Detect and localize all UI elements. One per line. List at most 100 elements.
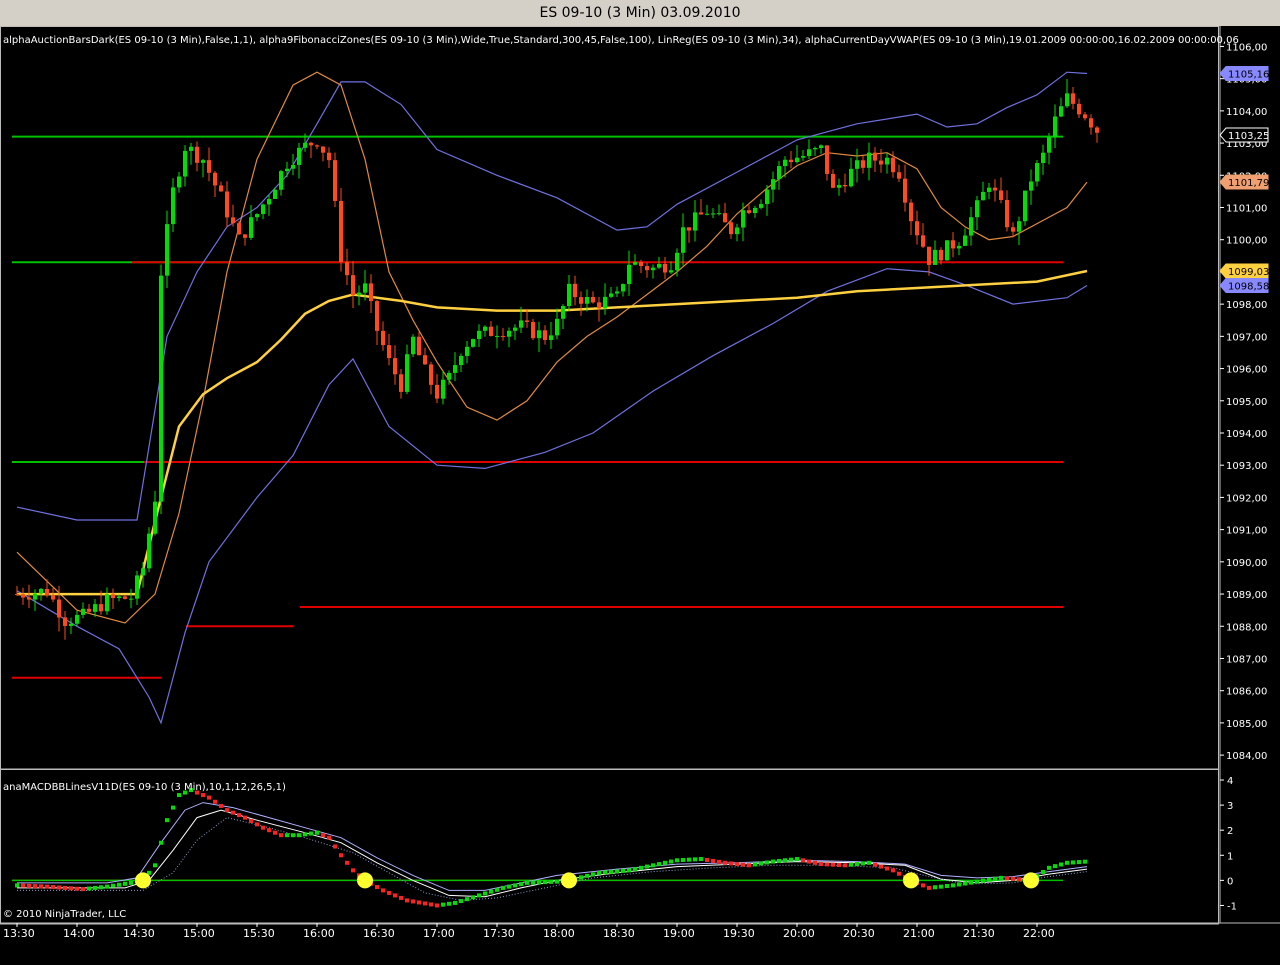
candle-body (855, 160, 859, 169)
macd-dot (969, 880, 973, 885)
macd-dot (885, 866, 889, 871)
lower_bb-line (17, 817, 1088, 901)
macd-dot (381, 888, 385, 893)
candle-body (105, 594, 109, 612)
macd-dot (255, 822, 259, 827)
candle-body (1071, 93, 1075, 104)
macd-dot (129, 880, 133, 885)
candle-body (375, 301, 379, 331)
macd-dot (537, 880, 541, 885)
candle-body (825, 145, 829, 174)
candle-body (141, 568, 145, 576)
macd-tick-label: 3 (1227, 801, 1233, 812)
macd-dot (339, 853, 343, 858)
candle-body (927, 246, 931, 265)
candle-body (1083, 114, 1087, 119)
macd-tick-label: 2 (1227, 826, 1233, 837)
macd-tick-label: 1 (1227, 851, 1233, 862)
candle-body (387, 345, 391, 359)
fibonacci-zones (12, 135, 1063, 679)
macd-dot (765, 860, 769, 865)
candle-body (885, 157, 889, 165)
macd-dot (531, 880, 535, 885)
candle-body (939, 249, 943, 261)
macd-dot (759, 861, 763, 866)
time-tick-label: 18:30 (603, 927, 635, 940)
macd-dot (639, 865, 643, 870)
candle-body (879, 160, 883, 165)
macd-crossing-marker (561, 872, 577, 889)
time-tick-label: 21:00 (903, 927, 935, 940)
candle-body (327, 152, 331, 161)
macd-dot (87, 886, 91, 891)
candle-body (921, 235, 925, 247)
vwap-line (17, 269, 1088, 596)
copyright-label: © 2010 NinjaTrader, LLC (3, 909, 126, 920)
time-tick-label: 21:30 (963, 927, 995, 940)
price-axis: 1084,00 1085,00 1086,00 1087,00 1088,00 1089,… (1220, 42, 1267, 912)
candle-body (1095, 127, 1099, 133)
time-tick-label: 15:00 (183, 927, 215, 940)
macd-dot (699, 857, 703, 862)
macd-dot (807, 859, 811, 864)
macd-dot (873, 862, 877, 867)
macd-dot (783, 858, 787, 863)
macd-dot (177, 793, 181, 798)
macd-dot (459, 899, 463, 904)
macd-dot (81, 887, 85, 892)
candle-body (87, 608, 91, 612)
price-tick-label: 1098,00 (1226, 300, 1267, 311)
candle-body (459, 355, 463, 366)
candle-body (903, 178, 907, 203)
macd-dot (723, 860, 727, 865)
candle-body (693, 212, 697, 231)
macd-dot (621, 868, 625, 873)
macd-dot (585, 873, 589, 878)
macd-dot (33, 884, 37, 889)
macd-dot (543, 880, 547, 885)
candle-body (897, 172, 901, 179)
time-tick-label: 16:30 (363, 927, 395, 940)
candle-body (483, 326, 487, 331)
candle-body (393, 358, 397, 375)
macd-dot (753, 862, 757, 867)
candle-body (717, 213, 721, 215)
candle-body (699, 212, 703, 215)
macd-dot (927, 885, 931, 890)
macd-dot (657, 862, 661, 867)
macd-dot (201, 793, 205, 798)
candle-body (1041, 152, 1045, 164)
chart-svg[interactable]: 1084,00 1085,00 1086,00 1087,00 1088,00 1089,… (0, 26, 1280, 965)
time-tick-label: 15:30 (243, 927, 275, 940)
macd-dot (801, 858, 805, 863)
chart-area[interactable]: 1084,00 1085,00 1086,00 1087,00 1088,00 1089,… (0, 26, 1280, 965)
macd-crossing-marker (1023, 872, 1039, 889)
macd-dot (651, 863, 655, 868)
macd-dot (633, 867, 637, 872)
macd-dot (1071, 860, 1075, 865)
price-markers: 1105,16 1103,25 1101,79 1099,03 1098,58 (1219, 66, 1269, 293)
price-tick-label: 1087,00 (1226, 654, 1267, 665)
macd-dot (99, 885, 103, 890)
macd-dot (933, 885, 937, 890)
candle-body (477, 330, 481, 340)
macd-dot (117, 882, 121, 887)
candle-body (57, 599, 61, 618)
candle-body (543, 330, 547, 340)
candle-body (303, 142, 307, 148)
candle-body (213, 172, 217, 186)
candle-body (813, 147, 817, 150)
macd-dot (813, 860, 817, 865)
candle-body (1065, 93, 1069, 107)
macd-dot (93, 885, 97, 890)
candle-body (63, 617, 67, 626)
candle-body (513, 327, 517, 331)
candle-body (765, 189, 769, 205)
macd-dot (105, 884, 109, 889)
macd-dot (711, 858, 715, 863)
macd-dot (549, 879, 553, 884)
macd-dot (219, 803, 223, 808)
candle-body (687, 227, 691, 231)
candle-body (645, 266, 649, 271)
macd-dot (327, 835, 331, 840)
